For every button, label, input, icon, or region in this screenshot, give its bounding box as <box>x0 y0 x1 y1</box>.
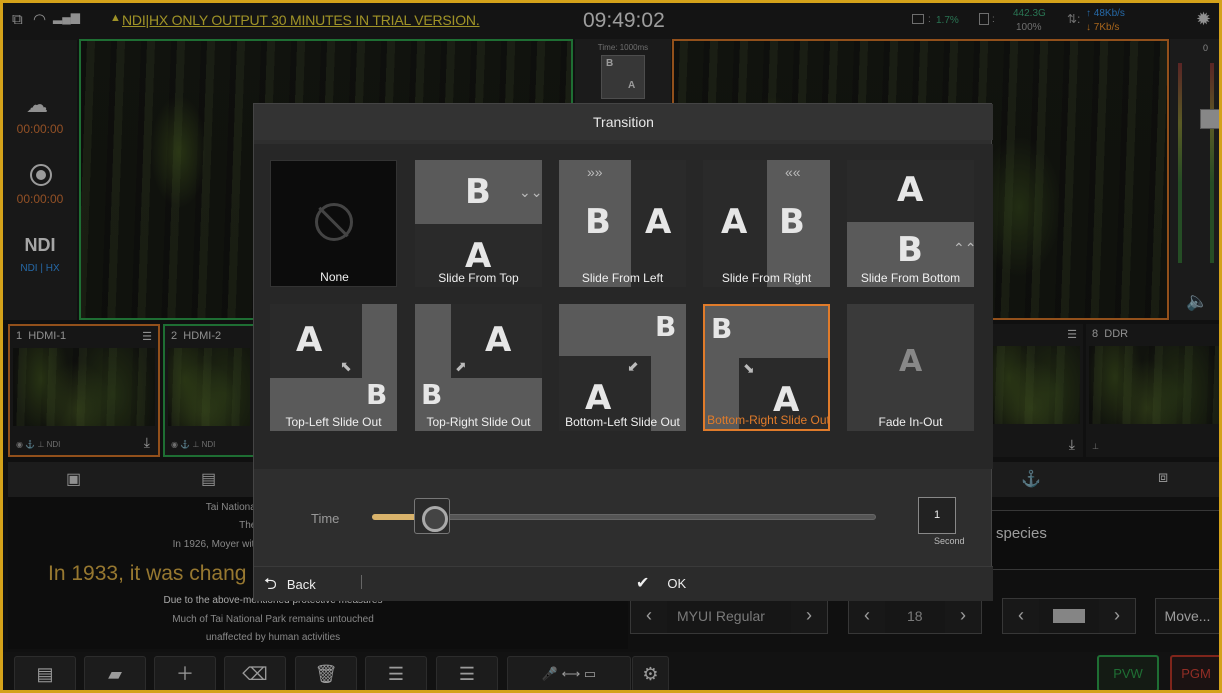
transition-fade-in-out[interactable]: A Fade In-Out <box>847 304 974 431</box>
transition-dialog: Transition None B A ⌄⌄ Slide From Top B … <box>253 103 993 601</box>
transition-none[interactable]: None <box>270 160 397 287</box>
transition-slide-from-left[interactable]: B A »» Slide From Left <box>559 160 686 287</box>
back-button[interactable]: ⮌ Back <box>264 573 316 600</box>
time-value-field[interactable]: 1 <box>918 497 956 534</box>
time-unit-label: Second <box>934 536 965 546</box>
transition-bottom-right-slide-out[interactable]: B ⬊ A Bottom-Right Slide Out <box>703 304 830 431</box>
transition-top-right-slide-out[interactable]: A ⬈ B Top-Right Slide Out <box>415 304 542 431</box>
transition-bottom-left-slide-out[interactable]: B ⬋ A Bottom-Left Slide Out <box>559 304 686 431</box>
dialog-title: Transition <box>254 104 993 140</box>
transition-slide-from-top[interactable]: B A ⌄⌄ Slide From Top <box>415 160 542 287</box>
footer-divider <box>361 575 362 589</box>
time-slider-handle[interactable] <box>414 498 450 534</box>
transition-slide-from-right[interactable]: A B «« Slide From Right <box>703 160 830 287</box>
dialog-footer <box>254 566 993 601</box>
time-label: Time <box>311 511 340 526</box>
back-arrow-icon: ⮌ <box>264 576 277 593</box>
transition-slide-from-bottom[interactable]: A B ⌃⌃ Slide From Bottom <box>847 160 974 287</box>
transition-top-left-slide-out[interactable]: A ⬉ B Top-Left Slide Out <box>270 304 397 431</box>
checkmark-icon: ✔ <box>636 575 650 592</box>
transition-grid: None B A ⌄⌄ Slide From Top B A »» Slide … <box>254 144 993 469</box>
ok-button[interactable]: ✔ OK <box>636 573 686 593</box>
